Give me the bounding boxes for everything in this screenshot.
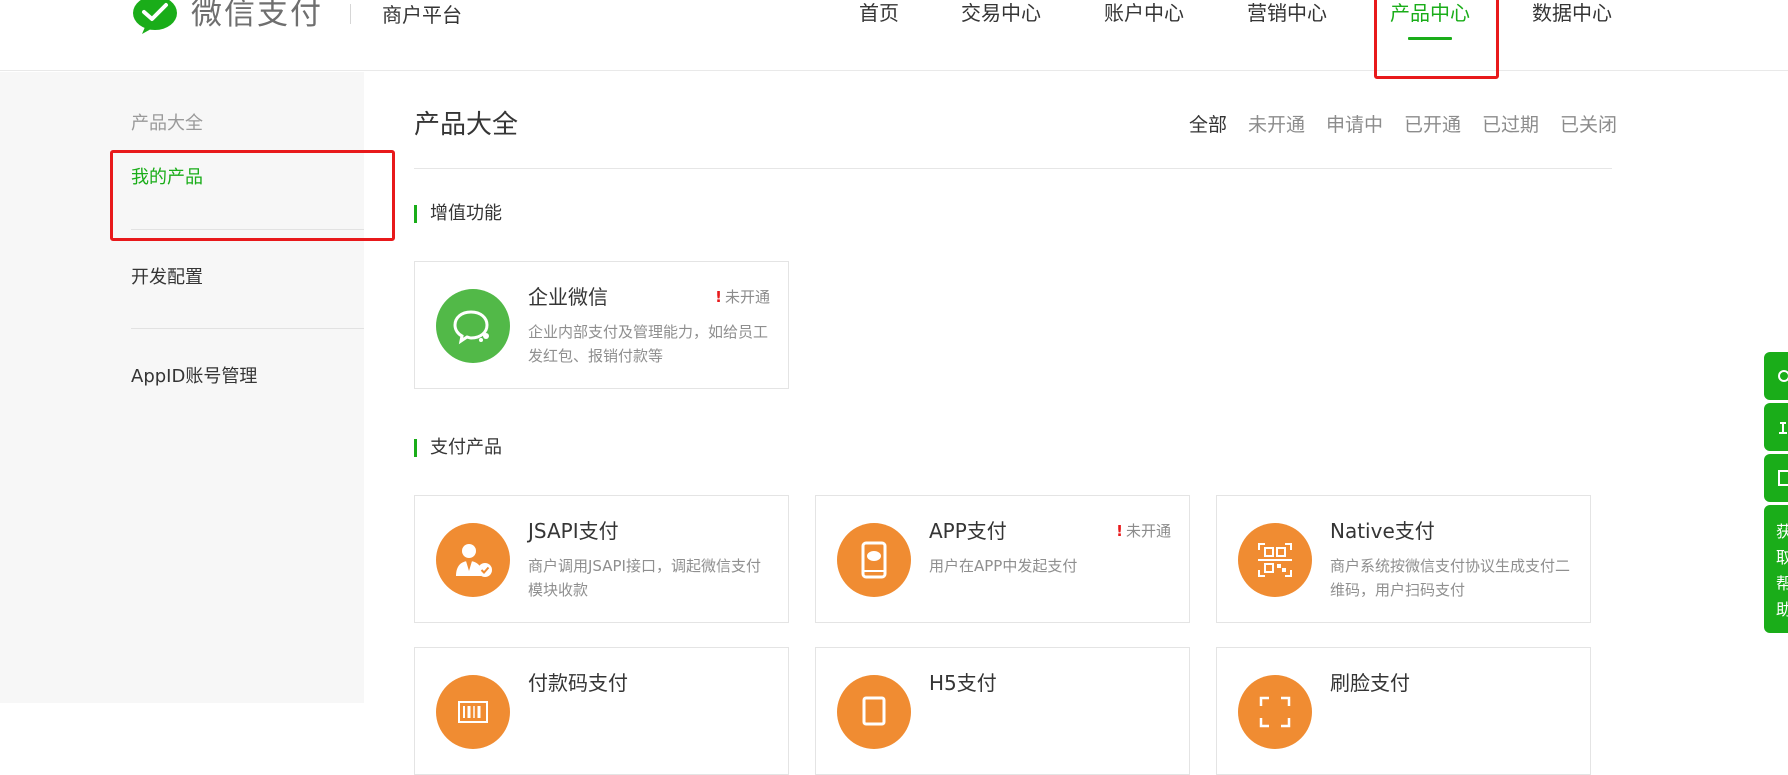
chat-icon xyxy=(1778,370,1788,382)
nav-home[interactable]: 首页 xyxy=(859,0,899,26)
section-title-payment: 支付产品 xyxy=(414,437,502,459)
mobile-app-icon xyxy=(837,523,911,597)
card-title: 企业微信 xyxy=(528,285,608,309)
product-card-wecom[interactable]: 企业微信 ! 未开通 企业内部支付及管理能力，如给员工发红包、报销付款等 xyxy=(414,261,789,389)
sidebar-heading: 产品大全 xyxy=(131,113,203,134)
card-status: ! 未开通 xyxy=(1116,522,1171,540)
nav-transactions[interactable]: 交易中心 xyxy=(961,0,1041,26)
sidebar-item-appid[interactable]: AppID账号管理 xyxy=(131,365,257,389)
float-tab-help[interactable]: 获取帮助 xyxy=(1764,505,1788,633)
sidebar-item-my-products[interactable]: 我的产品 xyxy=(131,166,203,190)
filter-all[interactable]: 全部 xyxy=(1189,113,1227,137)
sidebar: 产品大全 我的产品 开发配置 AppID账号管理 xyxy=(0,72,364,703)
filter-applying[interactable]: 申请中 xyxy=(1326,113,1383,137)
nav-data[interactable]: 数据中心 xyxy=(1532,0,1612,26)
card-title: H5支付 xyxy=(929,671,997,695)
card-description: 商户系统按微信支付协议生成支付二维码，用户扫码支付 xyxy=(1330,557,1571,599)
sidebar-item-dev-config[interactable]: 开发配置 xyxy=(131,266,203,290)
face-scan-icon xyxy=(1238,675,1312,749)
section-accent-bar xyxy=(414,205,417,223)
card-title: 付款码支付 xyxy=(528,671,628,695)
card-description: 用户在APP中发起支付 xyxy=(929,557,1078,575)
product-card-barcode[interactable]: 付款码支付 xyxy=(414,647,789,775)
filter-activated[interactable]: 已开通 xyxy=(1404,113,1461,137)
filter-not-activated[interactable]: 未开通 xyxy=(1248,113,1305,137)
card-title: 刷脸支付 xyxy=(1330,671,1410,695)
wecom-chat-icon xyxy=(436,289,510,363)
card-title: APP支付 xyxy=(929,519,1007,543)
nav-products[interactable]: 产品中心 xyxy=(1390,0,1470,26)
nav-active-indicator xyxy=(1408,37,1452,40)
product-card-app[interactable]: APP支付 ! 未开通 用户在APP中发起支付 xyxy=(815,495,1190,623)
product-card-native[interactable]: Native支付 商户系统按微信支付协议生成支付二维码，用户扫码支付 xyxy=(1216,495,1591,623)
float-tab-chat[interactable] xyxy=(1764,352,1788,400)
section-accent-bar xyxy=(414,439,417,457)
float-tab-doc[interactable] xyxy=(1764,454,1788,502)
card-title: Native支付 xyxy=(1330,519,1435,543)
page-title: 产品大全 xyxy=(414,110,519,140)
product-card-face[interactable]: 刷脸支付 xyxy=(1216,647,1591,775)
title-divider xyxy=(414,168,1612,169)
sidebar-divider xyxy=(131,328,364,329)
main-nav: 首页 交易中心 账户中心 营销中心 产品中心 数据中心 xyxy=(0,0,1788,71)
card-description: 商户调用JSAPI接口，调起微信支付模块收款 xyxy=(528,557,761,599)
filter-closed[interactable]: 已关闭 xyxy=(1560,113,1617,137)
product-card-jsapi[interactable]: JSAPI支付 商户调用JSAPI接口，调起微信支付模块收款 xyxy=(414,495,789,623)
qr-scan-icon xyxy=(1238,523,1312,597)
h5-screen-icon xyxy=(837,675,911,749)
section-title-value-added: 增值功能 xyxy=(414,203,502,225)
user-check-icon xyxy=(436,523,510,597)
upload-icon xyxy=(1779,422,1787,434)
sidebar-divider xyxy=(131,229,364,230)
alert-icon: ! xyxy=(715,288,722,306)
nav-account[interactable]: 账户中心 xyxy=(1104,0,1184,26)
section-title-text: 支付产品 xyxy=(430,437,502,458)
document-icon xyxy=(1778,470,1788,486)
filter-expired[interactable]: 已过期 xyxy=(1482,113,1539,137)
nav-marketing[interactable]: 营销中心 xyxy=(1247,0,1327,26)
card-status: ! 未开通 xyxy=(715,288,770,306)
barcode-icon xyxy=(436,675,510,749)
card-title: JSAPI支付 xyxy=(528,519,619,543)
card-description: 企业内部支付及管理能力，如给员工发红包、报销付款等 xyxy=(528,323,769,365)
product-card-h5[interactable]: H5支付 xyxy=(815,647,1190,775)
top-header: 微信支付 商户平台 首页 交易中心 账户中心 营销中心 产品中心 数据中心 xyxy=(0,0,1788,71)
alert-icon: ! xyxy=(1116,522,1123,540)
section-title-text: 增值功能 xyxy=(430,203,502,224)
float-tab-help-label: 获取帮助 xyxy=(1776,522,1788,619)
float-tab-upload[interactable] xyxy=(1764,403,1788,451)
